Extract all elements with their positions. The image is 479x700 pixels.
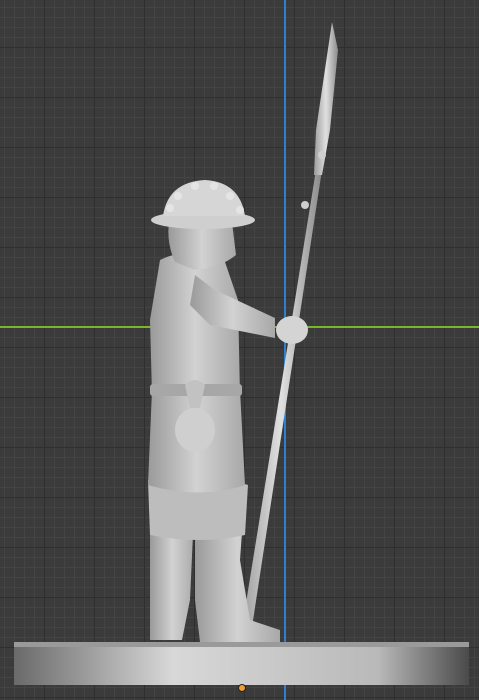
model-base — [14, 645, 469, 685]
hand — [276, 316, 308, 344]
helmet-rivet — [236, 206, 244, 214]
pouch — [175, 408, 215, 452]
helmet-rivet — [174, 192, 182, 200]
helmet-rivet — [191, 182, 199, 190]
soldier-model[interactable] — [0, 0, 479, 700]
model-base-top — [14, 642, 469, 647]
helmet-rivet — [210, 182, 218, 190]
helmet-rivet — [166, 204, 174, 212]
helmet-rivet — [226, 192, 234, 200]
spear-head — [314, 22, 338, 175]
spear-shaft — [240, 170, 322, 640]
spear-rivet — [318, 151, 326, 159]
origin-marker[interactable] — [238, 684, 246, 692]
spear-rivet — [301, 201, 309, 209]
3d-viewport[interactable] — [0, 0, 479, 700]
